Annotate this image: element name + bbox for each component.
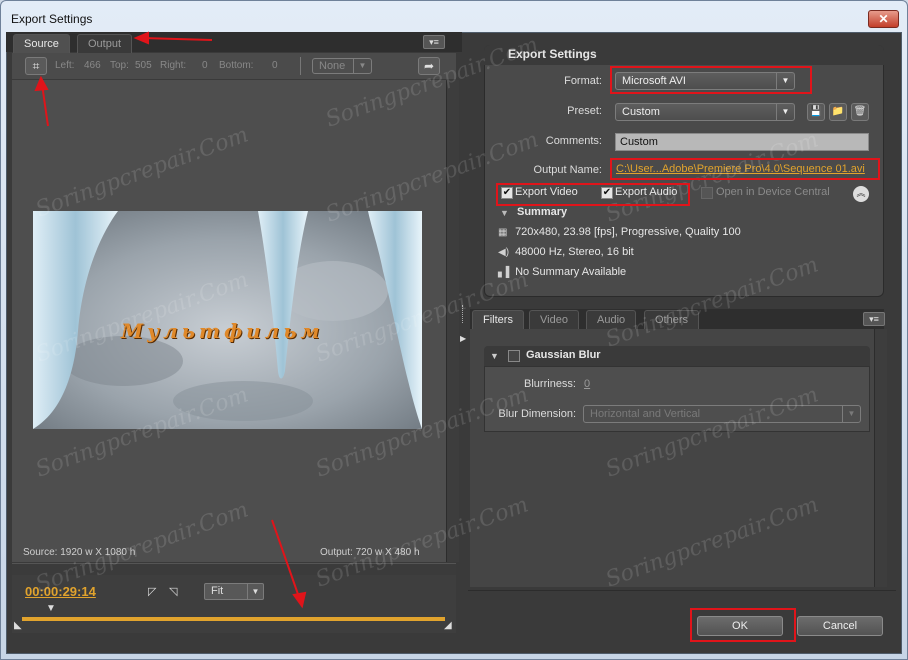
- annotation-arrows: [34, 31, 307, 609]
